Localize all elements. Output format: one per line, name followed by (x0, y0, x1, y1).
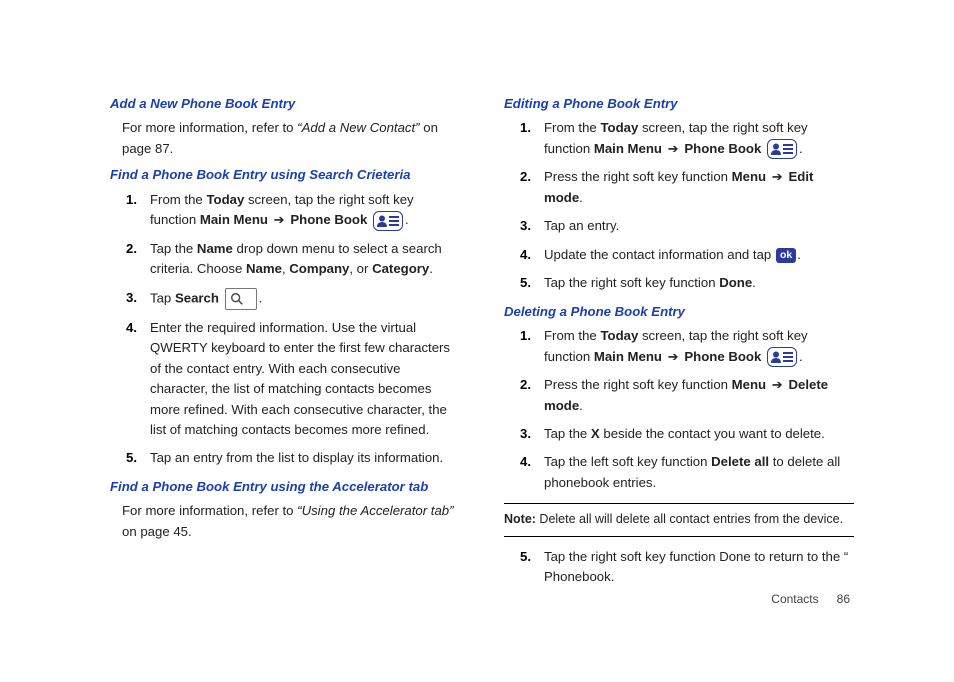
step: Tap an entry from the list to display it… (110, 448, 460, 468)
bold-menu: Menu (732, 377, 766, 392)
left-column: Add a New Phone Book Entry For more info… (110, 92, 460, 596)
text: Tap the right soft key function (544, 275, 719, 290)
step: Update the contact information and tap o… (504, 245, 854, 265)
text: . (579, 398, 583, 413)
steps-delete-continued: Tap the right soft key function Done to … (504, 547, 854, 588)
bold-search: Search (175, 290, 219, 305)
heading-delete-entry: Deleting a Phone Book Entry (504, 302, 854, 322)
step: Tap an entry. (504, 216, 854, 236)
step: Press the right soft key function Menu ➔… (504, 375, 854, 416)
bold-today: Today (206, 192, 244, 207)
text: Tap the left soft key function (544, 454, 711, 469)
phonebook-icon (767, 139, 797, 159)
step: Tap the left soft key function Delete al… (504, 452, 854, 493)
heading-add-entry: Add a New Phone Book Entry (110, 94, 460, 114)
bold-main-menu: Main Menu (200, 212, 268, 227)
heading-edit-entry: Editing a Phone Book Entry (504, 94, 854, 114)
bold-menu: Menu (732, 169, 766, 184)
step: From the Today screen, tap the right sof… (504, 326, 854, 367)
page-footer: Contacts 86 (771, 590, 850, 609)
search-icon (225, 288, 257, 310)
arrow-icon: ➔ (766, 377, 788, 392)
xref-accelerator-tab: “Using the Accelerator tab” (297, 503, 453, 518)
text: Tap the (150, 241, 197, 256)
step: Tap Search . (110, 288, 460, 310)
heading-find-search: Find a Phone Book Entry using Search Cri… (110, 165, 460, 185)
text: beside the contact you want to delete. (600, 426, 825, 441)
bold-done: Done (719, 275, 752, 290)
text: . (799, 141, 803, 156)
phonebook-icon (767, 347, 797, 367)
bold-name: Name (197, 241, 233, 256)
text: Enter the required information. Use the … (150, 320, 450, 437)
arrow-icon: ➔ (662, 141, 684, 156)
text: Update the contact information and tap (544, 247, 775, 262)
bold-x: X (591, 426, 600, 441)
bold-name: Name (246, 261, 282, 276)
text: . (259, 290, 263, 305)
arrow-icon: ➔ (662, 349, 684, 364)
heading-find-accelerator: Find a Phone Book Entry using the Accele… (110, 477, 460, 497)
text: From the (150, 192, 206, 207)
bold-category: Category (372, 261, 429, 276)
arrow-icon: ➔ (268, 212, 290, 227)
text: Tap an entry from the list to display it… (150, 450, 443, 465)
step: Press the right soft key function Menu ➔… (504, 167, 854, 208)
text: Tap the (544, 426, 591, 441)
bold-phone-book: Phone Book (684, 141, 761, 156)
step: Tap the X beside the contact you want to… (504, 424, 854, 444)
right-column: Editing a Phone Book Entry From the Toda… (504, 92, 854, 596)
note-box: Note: Delete all will delete all contact… (504, 503, 854, 536)
text: . (429, 261, 433, 276)
steps-edit: From the Today screen, tap the right sof… (504, 118, 854, 293)
paragraph-add-ref: For more information, refer to “Add a Ne… (122, 118, 460, 159)
step: Tap the Name drop down menu to select a … (110, 239, 460, 280)
text: . (797, 247, 801, 262)
bold-phone-book: Phone Book (684, 349, 761, 364)
text: For more information, refer to (122, 503, 297, 518)
text: . (799, 349, 803, 364)
footer-page-number: 86 (837, 592, 850, 606)
bold-main-menu: Main Menu (594, 349, 662, 364)
note-text: Delete all will delete all contact entri… (539, 512, 843, 526)
text: Press the right soft key function (544, 169, 732, 184)
step: From the Today screen, tap the right sof… (110, 190, 460, 231)
paragraph-accel-ref: For more information, refer to “Using th… (122, 501, 460, 542)
xref-add-contact: “Add a New Contact” (297, 120, 419, 135)
text: , or (349, 261, 372, 276)
text: Press the right soft key function (544, 377, 732, 392)
text: Tap (150, 290, 175, 305)
bold-company: Company (289, 261, 349, 276)
step: Tap the right soft key function Done. (504, 273, 854, 293)
steps-delete: From the Today screen, tap the right sof… (504, 326, 854, 493)
bold-main-menu: Main Menu (594, 141, 662, 156)
step: Enter the required information. Use the … (110, 318, 460, 441)
phonebook-icon (373, 211, 403, 231)
step: Tap the right soft key function Done to … (504, 547, 854, 588)
note-label: Note: (504, 512, 539, 526)
page-content: Add a New Phone Book Entry For more info… (0, 0, 954, 626)
ok-icon: ok (776, 248, 796, 264)
text: . (579, 190, 583, 205)
text: on page 45. (122, 524, 192, 539)
bold-today: Today (600, 120, 638, 135)
bold-delete-all: Delete all (711, 454, 769, 469)
step: From the Today screen, tap the right sof… (504, 118, 854, 159)
text: . (405, 212, 409, 227)
text: Tap the right soft key function Done to … (544, 549, 848, 584)
bold-phone-book: Phone Book (290, 212, 367, 227)
text: From the (544, 328, 600, 343)
arrow-icon: ➔ (766, 169, 788, 184)
text: For more information, refer to (122, 120, 297, 135)
bold-today: Today (600, 328, 638, 343)
text: . (752, 275, 756, 290)
text: From the (544, 120, 600, 135)
text: Tap an entry. (544, 218, 619, 233)
steps-find-search: From the Today screen, tap the right sof… (110, 190, 460, 469)
footer-section: Contacts (771, 592, 818, 606)
